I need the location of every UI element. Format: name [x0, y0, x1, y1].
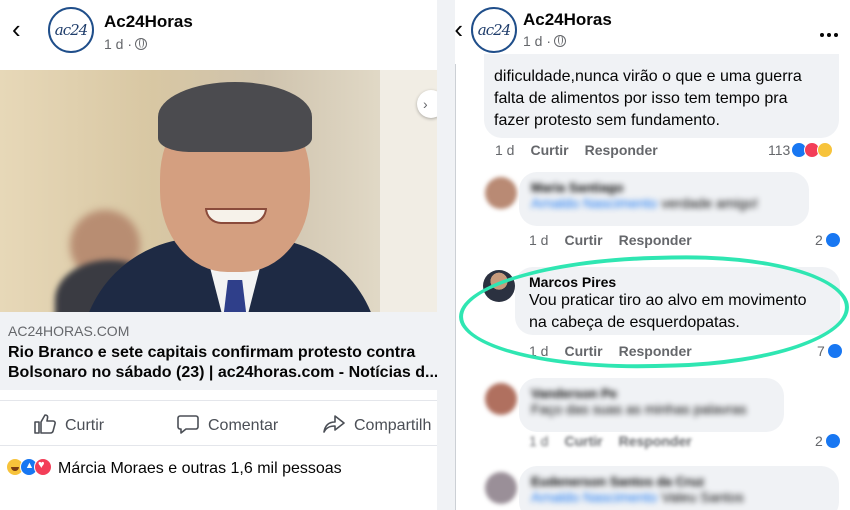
- comment-mention: Arnaldo Nascimento: [531, 489, 658, 505]
- logo-text: ac24: [54, 21, 88, 39]
- link-preview-image[interactable]: ›: [0, 70, 437, 312]
- page-avatar[interactable]: ac24: [48, 7, 94, 53]
- link-preview[interactable]: AC24HORAS.COM Rio Branco e sete capitais…: [0, 312, 437, 390]
- comment-mention: Arnaldo Nascimento: [531, 195, 658, 211]
- carousel-next-icon[interactable]: ›: [417, 90, 437, 118]
- comment-reaction-count[interactable]: 7: [817, 343, 843, 359]
- share-button[interactable]: Compartilh: [323, 414, 431, 435]
- comment-label: Comentar: [208, 417, 279, 434]
- comment-text: verdade amigo!: [661, 195, 759, 211]
- love-reaction-icon: [34, 458, 52, 476]
- page-name[interactable]: Ac24Horas: [523, 10, 612, 30]
- like-reaction-icon: [824, 232, 841, 248]
- comment-time: 1 d: [495, 142, 515, 158]
- link-title-line2: Bolsonaro no sábado (23) | ac24horas.com…: [8, 364, 437, 381]
- comment-actions: 1 d Curtir Responder: [495, 142, 674, 158]
- comment-reaction-count[interactable]: 2: [815, 433, 841, 449]
- link-domain: AC24HORAS.COM: [8, 323, 130, 339]
- hair-shape: [158, 82, 312, 152]
- comment-author: Vanderson Pe: [531, 386, 617, 401]
- thumbs-up-icon: [34, 414, 56, 434]
- post-time: 1 d ·: [104, 36, 148, 52]
- comment-bubble: Vanderson Pe Faço das suas as minhas pal…: [519, 378, 784, 432]
- comment-like-button[interactable]: Curtir: [564, 433, 602, 449]
- comment-text: Valeu Santos: [661, 489, 744, 505]
- comment-like-button[interactable]: Curtir: [564, 232, 602, 248]
- comment-actions: 1 d Curtir Responder: [529, 232, 708, 248]
- post-panel: ‹ ac24 Ac24Horas 1 d · › AC24HORAS.COM R…: [0, 0, 437, 510]
- comment-line: dificuldade,nunca virão o que e uma guer…: [494, 68, 802, 85]
- comment-text: Faço das suas as minhas palavras: [531, 401, 747, 417]
- share-arrow-icon: [323, 415, 345, 433]
- comment-like-button[interactable]: Curtir: [530, 142, 568, 158]
- more-options-icon[interactable]: [817, 24, 838, 42]
- like-label: Curtir: [65, 417, 105, 434]
- share-label: Compartilh: [354, 417, 432, 434]
- comment-bubble: dificuldade,nunca virão o que e uma guer…: [484, 54, 839, 138]
- reaction-count: 7: [817, 343, 825, 359]
- thread-line: [455, 64, 456, 510]
- reaction-count: 113: [768, 142, 791, 158]
- like-reaction-icon: [826, 343, 843, 359]
- comment-content-blurred: Maria Santiago Arnaldo Nascimento verdad…: [531, 180, 758, 213]
- comment-author: Maria Santiago: [531, 180, 624, 195]
- globe-icon: [135, 38, 148, 50]
- comment-reaction-count[interactable]: 2: [815, 232, 841, 248]
- comment-line: falta de alimentos por isso tem tempo pr…: [494, 90, 788, 107]
- logo-text: ac24: [477, 21, 511, 39]
- page-name[interactable]: Ac24Horas: [104, 12, 193, 32]
- commenter-avatar[interactable]: [485, 177, 517, 209]
- comment-time: 1 d: [529, 232, 549, 248]
- comment-text: dificuldade,nunca virão o que e uma guer…: [494, 66, 834, 132]
- comment-reply-button[interactable]: Responder: [619, 232, 692, 248]
- comment-line: fazer protesto sem fundamento.: [494, 112, 720, 129]
- comment-bubble-icon: [177, 415, 199, 434]
- comment-actions: 1 d Curtir Responder: [529, 433, 708, 449]
- comment-time: 1 d: [529, 433, 549, 449]
- comment-bubble: Eudenerson Santos da Cruz Arnaldo Nascim…: [519, 466, 839, 510]
- comment-button[interactable]: Comentar: [177, 414, 278, 435]
- page-avatar[interactable]: ac24: [471, 7, 517, 53]
- post-header: ‹ ac24 Ac24Horas 1 d ·: [0, 0, 437, 64]
- like-button[interactable]: Curtir: [34, 414, 104, 435]
- back-chevron-icon[interactable]: ·‹: [455, 16, 463, 42]
- haha-reaction-icon: [817, 142, 834, 158]
- comment-reaction-count[interactable]: 113: [768, 142, 834, 158]
- comment-content-blurred: Eudenerson Santos da Cruz Arnaldo Nascim…: [531, 474, 744, 507]
- post-time-text: 1 d ·: [104, 36, 133, 52]
- reaction-count: 2: [815, 433, 823, 449]
- smile-shape: [205, 208, 267, 224]
- comment-author: Eudenerson Santos da Cruz: [531, 474, 705, 489]
- reaction-text: Márcia Moraes e outras 1,6 mil pessoas: [58, 460, 342, 477]
- highlight-circle: [457, 250, 850, 374]
- reaction-summary[interactable]: Márcia Moraes e outras 1,6 mil pessoas: [6, 458, 342, 478]
- back-chevron-icon[interactable]: ‹: [12, 16, 21, 42]
- commenter-avatar[interactable]: [485, 383, 517, 415]
- globe-icon: [554, 35, 567, 47]
- link-title-line1: Rio Branco e sete capitais confirmam pro…: [8, 344, 416, 361]
- comment-reply-button[interactable]: Responder: [619, 433, 692, 449]
- post-time-text: 1 d ·: [523, 33, 552, 49]
- comment-bubble: Maria Santiago Arnaldo Nascimento verdad…: [519, 172, 809, 226]
- link-title: Rio Branco e sete capitais confirmam pro…: [8, 343, 437, 383]
- comments-panel: ·‹ ac24 Ac24Horas 1 d · dificuldade,nunc…: [455, 0, 850, 510]
- post-actions-bar: Curtir Comentar Compartilh: [0, 400, 437, 446]
- commenter-avatar[interactable]: [485, 472, 517, 504]
- post-time: 1 d ·: [523, 33, 567, 49]
- like-reaction-icon: [824, 433, 841, 449]
- panel-divider: [437, 0, 455, 510]
- reaction-count: 2: [815, 232, 823, 248]
- comment-reply-button[interactable]: Responder: [585, 142, 658, 158]
- comment-content-blurred: Vanderson Pe Faço das suas as minhas pal…: [531, 386, 747, 417]
